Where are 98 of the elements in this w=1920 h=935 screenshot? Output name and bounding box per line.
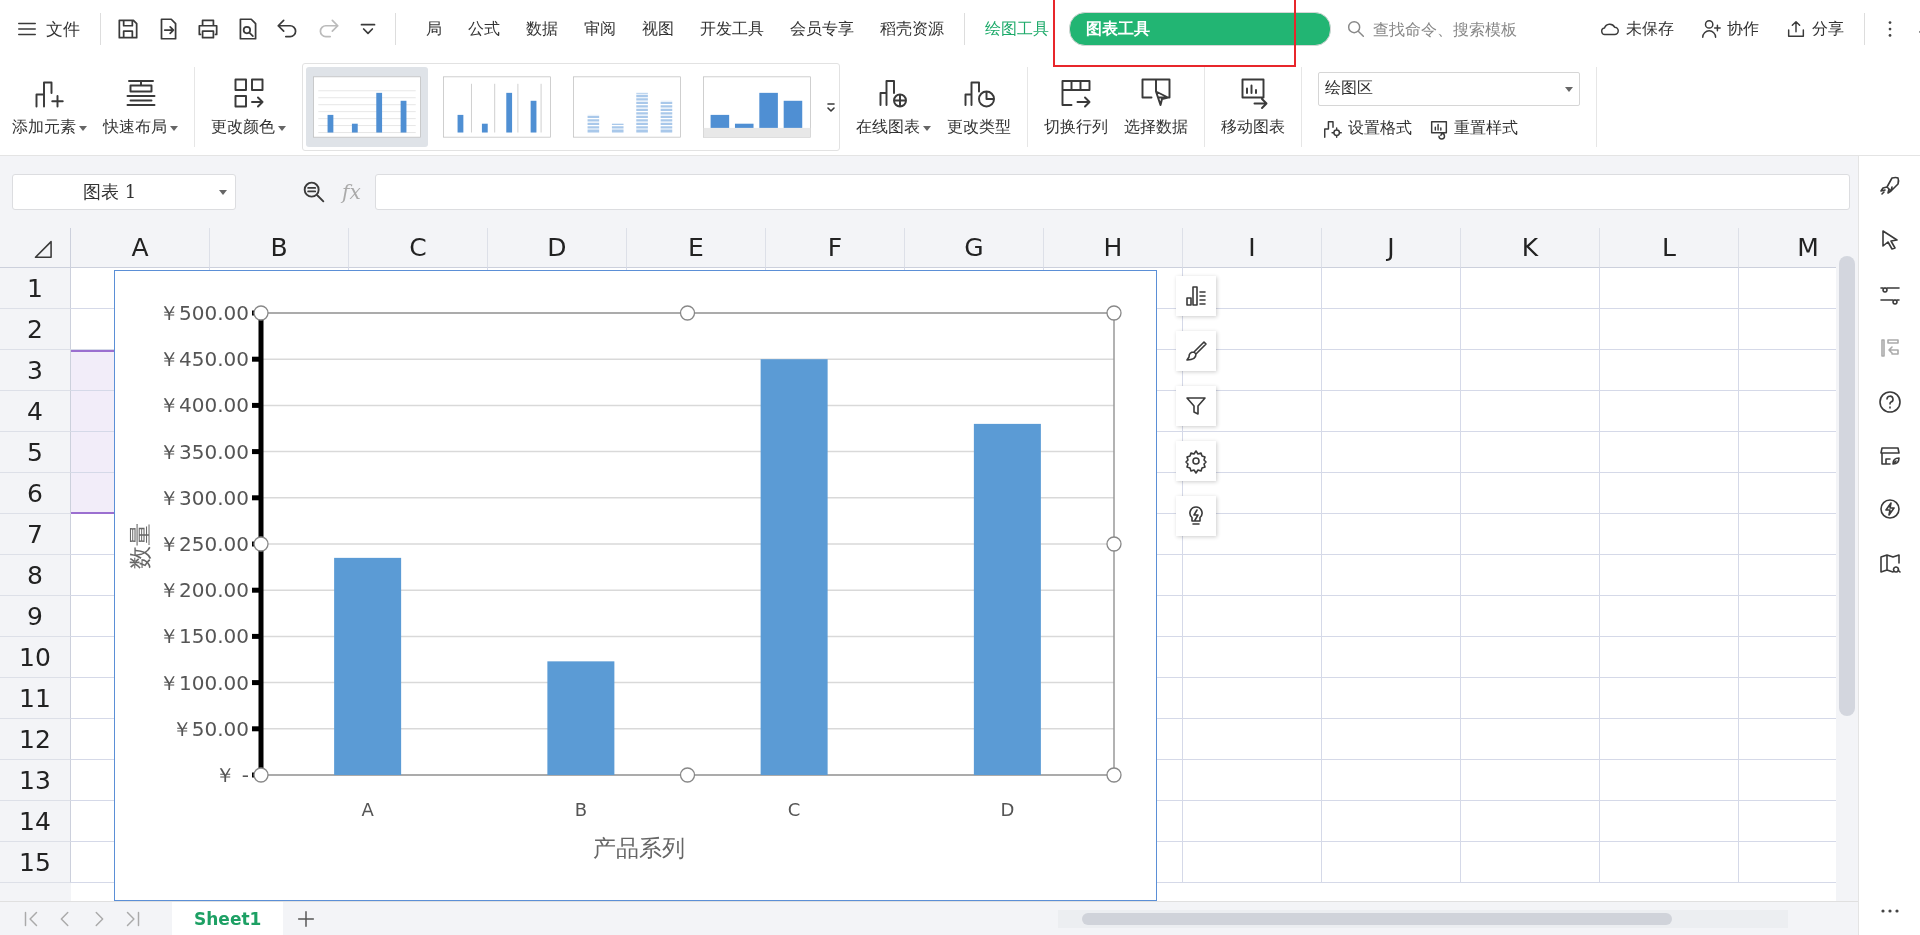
add-person-icon: [1700, 18, 1722, 40]
row-header[interactable]: 1: [0, 268, 71, 309]
ribbon-tab[interactable]: 局: [420, 14, 448, 44]
column-header[interactable]: C: [349, 228, 488, 268]
x-tick-label: C: [787, 798, 800, 820]
file-menu-button[interactable]: 文件: [10, 13, 86, 45]
column-header[interactable]: M: [1739, 228, 1836, 268]
row-header[interactable]: 8: [0, 555, 71, 596]
ribbon-button[interactable]: 更改类型: [941, 71, 1017, 142]
row-header[interactable]: 12: [0, 719, 71, 760]
ribbon-button[interactable]: 在线图表: [850, 71, 937, 142]
row-header[interactable]: 5: [0, 432, 71, 473]
ribbon-button[interactable]: 快速布局: [97, 71, 184, 142]
y-tick-label: ￥200.00: [158, 577, 249, 602]
search-icon: [1345, 18, 1367, 40]
resize-handle[interactable]: [252, 304, 269, 321]
column-header[interactable]: A: [71, 228, 210, 268]
y-tick-label: ￥450.00: [158, 346, 249, 371]
ribbon-tab[interactable]: 视图: [636, 14, 680, 44]
header-action-button[interactable]: 未保存: [1593, 17, 1680, 41]
ribbon-tab[interactable]: 开发工具: [694, 14, 770, 44]
x-tick-label: A: [360, 798, 374, 820]
help-icon[interactable]: [1877, 390, 1902, 414]
chart-elements-icon[interactable]: [1176, 276, 1216, 316]
formula-input[interactable]: [374, 174, 1850, 210]
settings-icon[interactable]: [1176, 441, 1216, 481]
resize-handle[interactable]: [1105, 766, 1122, 783]
filter-icon[interactable]: [1176, 386, 1216, 426]
rocket-icon[interactable]: [1877, 174, 1902, 198]
column-header[interactable]: E: [627, 228, 766, 268]
book-search-icon[interactable]: [1877, 552, 1902, 576]
resize-handle[interactable]: [252, 535, 269, 552]
y-tick-label: ￥500.00: [158, 300, 249, 325]
resize-handle[interactable]: [679, 304, 695, 321]
y-tick-label: ￥350.00: [158, 439, 249, 464]
row-header[interactable]: 3: [0, 350, 71, 391]
brush-icon[interactable]: [1176, 331, 1216, 371]
y-tick-label: ￥50.00: [171, 716, 249, 741]
resize-handle[interactable]: [1105, 304, 1122, 321]
ribbon-tab[interactable]: 会员专享: [784, 14, 860, 44]
column-header[interactable]: D: [488, 228, 627, 268]
name-box[interactable]: 图表 1: [12, 174, 236, 210]
save-icon[interactable]: [115, 16, 141, 42]
row-header[interactable]: 14: [0, 801, 71, 842]
y-tick-label: ￥ -: [214, 762, 249, 787]
row-header[interactable]: 13: [0, 760, 71, 801]
ribbon-button[interactable]: 移动图表: [1215, 71, 1291, 142]
ribbon-tab[interactable]: 审阅: [578, 14, 622, 44]
row-header[interactable]: 7: [0, 514, 71, 555]
ribbon-tab[interactable]: 数据: [520, 14, 564, 44]
resize-handle[interactable]: [679, 766, 695, 783]
ribbon-button[interactable]: 选择数据: [1118, 71, 1194, 142]
row-header[interactable]: 15: [0, 842, 71, 883]
row-header[interactable]: 10: [0, 637, 71, 678]
chart-style-thumbnail[interactable]: [306, 66, 428, 147]
chart-frame[interactable]: ￥ - ￥50.00 ￥100.00 ￥150.00 ￥200.00 ￥250.00 ￥300.00 ￥350.00 ￥400.00 ￥450.00 ￥500.00 A B C D 产品系列 数量: [114, 270, 1157, 901]
header-action-button[interactable]: 协作: [1694, 17, 1765, 41]
x-axis-title: 产品系列: [592, 834, 685, 861]
row-header[interactable]: 6: [0, 473, 71, 514]
lightning-icon[interactable]: [1877, 498, 1902, 522]
column-header[interactable]: F: [766, 228, 905, 268]
column-header[interactable]: H: [1044, 228, 1183, 268]
y-tick-label: ￥100.00: [158, 670, 249, 695]
ribbon-button[interactable]: 更改颜色: [205, 71, 292, 142]
horizontal-scrollbar[interactable]: [1058, 909, 1788, 928]
y-tick-label: ￥400.00: [158, 392, 249, 417]
resize-handle[interactable]: [1105, 535, 1122, 552]
store-leaf-icon[interactable]: [1877, 444, 1902, 468]
column-header[interactable]: L: [1600, 228, 1739, 268]
row-header[interactable]: 11: [0, 678, 71, 719]
bulb-icon[interactable]: [1176, 496, 1216, 536]
y-tick-label: ￥250.00: [158, 531, 249, 556]
column-header[interactable]: I: [1183, 228, 1322, 268]
row-header[interactable]: 9: [0, 596, 71, 637]
chart-element-dropdown[interactable]: 绘图区: [1318, 71, 1580, 106]
print-icon[interactable]: [195, 16, 221, 42]
row-header[interactable]: 4: [0, 391, 71, 432]
x-tick-label: B: [574, 798, 587, 820]
ribbon-tab[interactable]: 稻壳资源: [874, 14, 950, 44]
x-tick-label: D: [999, 798, 1014, 820]
select-all-corner[interactable]: [0, 228, 71, 268]
ribbon-button[interactable]: 重置样式: [1424, 115, 1522, 142]
ribbon-tab[interactable]: 公式: [462, 14, 506, 44]
ribbon-button[interactable]: 添加元素: [6, 71, 93, 142]
ribbon-button[interactable]: 切换行列: [1038, 71, 1114, 142]
ribbon-button[interactable]: 设置格式: [1318, 115, 1416, 142]
command-search-field[interactable]: 查找命令、搜索模板: [1345, 18, 1565, 40]
column-header[interactable]: K: [1461, 228, 1600, 268]
y-tick-label: ￥300.00: [158, 485, 249, 510]
header-action-button[interactable]: 分享: [1779, 17, 1850, 41]
column-header[interactable]: B: [210, 228, 349, 268]
y-tick-label: ￥150.00: [158, 623, 249, 648]
share-icon: [1785, 18, 1807, 40]
column-header[interactable]: G: [905, 228, 1044, 268]
row-header[interactable]: 2: [0, 309, 71, 350]
y-axis-title: 数量: [126, 522, 153, 569]
column-header[interactable]: J: [1322, 228, 1461, 268]
resize-handle[interactable]: [252, 766, 269, 783]
